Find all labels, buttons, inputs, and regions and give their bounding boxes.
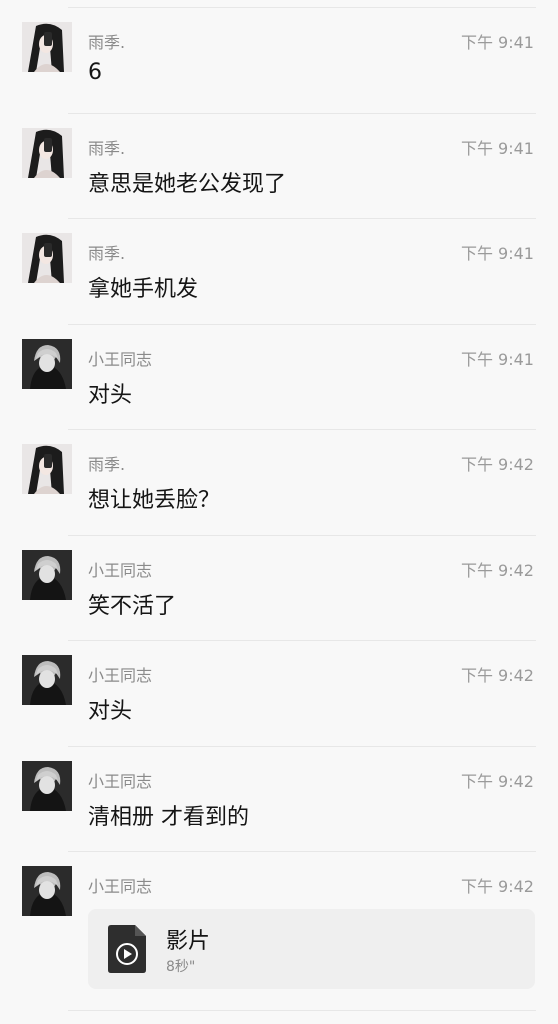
message-time: 下午 9:41 <box>460 244 534 263</box>
message-time: 下午 9:42 <box>460 455 534 474</box>
girl-avatar[interactable] <box>22 444 72 494</box>
message-item[interactable]: 小王同志 下午 9:42 对头 <box>0 633 558 738</box>
message-text: 笑不活了 <box>88 594 177 619</box>
message-item[interactable]: 雨季. 下午 9:41 6 <box>0 0 558 105</box>
message-time: 下午 9:41 <box>460 139 534 158</box>
sender-name: 小王同志 <box>88 666 153 685</box>
message-text: 6 <box>88 60 102 85</box>
message-time: 下午 9:42 <box>460 561 534 580</box>
divider <box>68 535 536 536</box>
girl-avatar[interactable] <box>22 233 72 283</box>
divider <box>68 218 536 219</box>
message-time: 下午 9:42 <box>460 877 534 896</box>
message-item[interactable]: 小王同志 下午 9:41 对头 <box>0 317 558 422</box>
divider <box>68 113 536 114</box>
message-text: 想让她丢脸？ <box>88 488 221 513</box>
message-text: 对头 <box>88 699 133 724</box>
message-time: 下午 9:41 <box>460 33 534 52</box>
message-time: 下午 9:42 <box>460 666 534 685</box>
message-item[interactable]: 雨季. 下午 9:41 拿她手机发 <box>0 211 558 316</box>
message-text: 清相册 才看到的 <box>88 805 249 830</box>
boy-avatar[interactable] <box>22 866 72 916</box>
sender-name: 雨季. <box>88 33 126 52</box>
sender-name: 雨季. <box>88 244 126 263</box>
video-duration: 8秒" <box>166 959 196 975</box>
message-time: 下午 9:41 <box>460 350 534 369</box>
boy-avatar[interactable] <box>22 655 72 705</box>
divider <box>68 429 536 430</box>
video-title: 影片 <box>166 929 211 954</box>
sender-name: 小王同志 <box>88 772 153 791</box>
girl-avatar[interactable] <box>22 128 72 178</box>
message-item[interactable]: 小王同志 下午 9:42 清相册 才看到的 <box>0 739 558 844</box>
boy-avatar[interactable] <box>22 339 72 389</box>
message-item[interactable]: 小王同志 下午 9:42 笑不活了 <box>0 528 558 633</box>
sender-name: 雨季. <box>88 455 126 474</box>
divider <box>68 746 536 747</box>
message-text: 意思是她老公发现了 <box>88 172 287 197</box>
message-item[interactable]: 雨季. 下午 9:41 意思是她老公发现了 <box>0 106 558 211</box>
video-attachment-card[interactable]: 影片 8秒" <box>88 909 535 989</box>
sender-name: 小王同志 <box>88 877 153 896</box>
message-item[interactable]: 雨季. 下午 9:42 想让她丢脸？ <box>0 422 558 527</box>
divider <box>68 1010 536 1011</box>
girl-avatar[interactable] <box>22 22 72 72</box>
video-file-icon <box>108 925 146 973</box>
boy-avatar[interactable] <box>22 550 72 600</box>
divider <box>68 640 536 641</box>
sender-name: 小王同志 <box>88 350 153 369</box>
divider <box>68 851 536 852</box>
sender-name: 小王同志 <box>88 561 153 580</box>
boy-avatar[interactable] <box>22 761 72 811</box>
message-text: 对头 <box>88 383 133 408</box>
sender-name: 雨季. <box>88 139 126 158</box>
divider <box>68 324 536 325</box>
message-time: 下午 9:42 <box>460 772 534 791</box>
message-text: 拿她手机发 <box>88 277 199 302</box>
divider <box>68 7 536 8</box>
chat-history-list[interactable]: 雨季. 下午 9:41 6 雨季. 下午 9:41 意思是她老公发现了 雨季. … <box>0 0 558 1024</box>
